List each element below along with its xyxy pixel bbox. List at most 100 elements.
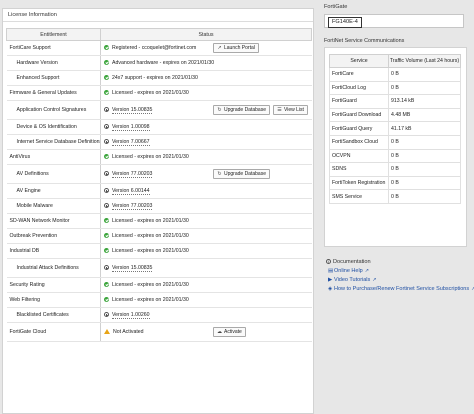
- documentation-link[interactable]: ▶ Video Tutorials ↗: [328, 277, 470, 283]
- status-text: Licensed - expires on 2021/01/30: [112, 297, 189, 303]
- launch-portal-button[interactable]: ↗ Launch Portal: [213, 43, 259, 53]
- status-text[interactable]: Version 1.00098: [112, 124, 150, 131]
- activate-button[interactable]: ☁ Activate: [213, 327, 246, 337]
- status-cell: Not Activated ☁ Activate: [100, 322, 312, 342]
- service-name-cell: FortiToken Registration: [329, 175, 389, 191]
- status-text[interactable]: Version 7.00667: [112, 139, 150, 146]
- status-text: Registered - ccoquelet@fortinet.com: [112, 45, 197, 51]
- table-row: Firmware & General Updates Licensed - exp…: [6, 85, 312, 101]
- check-circle-icon: [104, 75, 109, 81]
- status-text: Licensed - expires on 2021/01/30: [112, 282, 189, 288]
- entitlement-cell: Industrial Attack Definitions: [6, 258, 101, 278]
- traffic-volume-cell: 0 B: [388, 80, 461, 96]
- device-section-label: FortiGate: [324, 4, 348, 10]
- upgrade-database-button[interactable]: ↻ Upgrade Database: [213, 105, 270, 115]
- entitlement-cell: Firmware & General Updates: [6, 85, 101, 101]
- right-sidebar: FortiGate FG140E-4 FortiNet Service Comm…: [320, 0, 474, 414]
- status-text[interactable]: Version 15.00835: [112, 107, 153, 114]
- table-row: Application Control Signatures Version 15…: [6, 100, 312, 120]
- service-name-cell: FortiCloud Log: [329, 80, 389, 96]
- table-row: FortiCare Support Registered - ccoquelet@…: [6, 40, 312, 56]
- button-label: Launch Portal: [224, 45, 255, 51]
- check-circle-icon: [104, 60, 109, 66]
- entitlement-cell: Enhanced Support: [6, 70, 101, 86]
- status-text[interactable]: Version 77.00203: [112, 171, 153, 178]
- upgrade-icon: ↻: [217, 107, 222, 113]
- status-text: Not Activated: [113, 329, 144, 335]
- documentation-link-label: Online Help: [334, 268, 363, 274]
- entitlement-cell: Hardware Version: [6, 55, 101, 71]
- info-icon: i: [326, 259, 331, 265]
- service-name-cell: FortiGuard Download: [329, 107, 389, 123]
- service-name-cell: SMS Service: [329, 189, 389, 204]
- service-name-cell: FortiCare: [329, 67, 389, 82]
- license-information-panel: License Information Entitlement Status F…: [2, 8, 314, 414]
- entitlement-cell: Mobile Malware: [6, 198, 101, 214]
- check-circle-icon: [104, 90, 109, 96]
- status-cell: Version 1.00098: [100, 119, 312, 135]
- status-cell: Licensed - expires on 2021/01/30: [100, 228, 312, 244]
- status-cell: Version 6.00144: [100, 183, 312, 199]
- external-link-icon: ↗: [217, 45, 222, 51]
- documentation-link[interactable]: ◈ How to Purchase/Renew Fortinet Service …: [328, 286, 474, 292]
- entitlement-cell: SD-WAN Network Monitor: [6, 213, 101, 229]
- column-header-status[interactable]: Status: [100, 28, 312, 41]
- status-cell: Licensed - expires on 2021/01/30: [100, 213, 312, 229]
- column-header-entitlement[interactable]: Entitlement: [6, 28, 101, 41]
- entitlement-cell: AV Definitions: [6, 164, 101, 184]
- entitlement-cell: AntiVirus: [6, 149, 101, 165]
- table-row: Mobile Malware Version 77.00203: [6, 198, 312, 214]
- traffic-volume-cell: 913.14 kB: [388, 94, 461, 109]
- clock-icon: [104, 139, 109, 145]
- column-header-service[interactable]: Service: [329, 54, 389, 68]
- documentation-header: i Documentation: [326, 259, 470, 265]
- check-circle-icon: [104, 154, 109, 160]
- documentation-link-label: Video Tutorials: [334, 277, 371, 283]
- status-text: Licensed - expires on 2021/01/30: [112, 154, 189, 160]
- status-text: Licensed - expires on 2021/01/30: [112, 248, 189, 254]
- check-circle-icon: [104, 45, 109, 51]
- table-row: FortiGuard Query 41.17 kB: [329, 121, 461, 136]
- status-text: Licensed - expires on 2021/01/30: [112, 233, 189, 239]
- table-row: Security Rating Licensed - expires on 202…: [6, 277, 312, 293]
- entitlement-cell: AV Engine: [6, 183, 101, 199]
- status-text[interactable]: Version 6.00144: [112, 188, 150, 195]
- entitlement-cell: Outbreak Prevention: [6, 228, 101, 244]
- external-link-icon: ↗: [372, 277, 377, 283]
- clock-icon: [104, 171, 109, 177]
- external-link-icon: ↗: [364, 268, 369, 274]
- status-cell: Licensed - expires on 2021/01/30: [100, 85, 312, 101]
- check-circle-icon: [104, 233, 109, 239]
- status-cell: Version 1.00260: [100, 307, 312, 323]
- table-row: FortiSandbox Cloud 0 B: [329, 134, 461, 150]
- table-row: FortiGuard Download 4.48 MB: [329, 107, 461, 123]
- table-row: OCVPN 0 B: [329, 148, 461, 164]
- status-cell: Licensed - expires on 2021/01/30: [100, 243, 312, 259]
- entitlement-cell: FortiGate Cloud: [6, 322, 101, 342]
- upgrade-database-button[interactable]: ↻ Upgrade Database: [213, 169, 270, 179]
- status-text: Advanced hardware - expires on 2021/01/3…: [112, 60, 215, 66]
- check-circle-icon: [104, 218, 109, 224]
- status-text[interactable]: Version 1.00260: [112, 312, 150, 319]
- traffic-volume-cell: 4.48 MB: [388, 107, 461, 123]
- table-row: FortiCare 0 B: [329, 67, 461, 82]
- entitlement-cell: Application Control Signatures: [6, 100, 101, 120]
- status-cell: Version 77.00203: [100, 198, 312, 214]
- clock-icon: [104, 265, 109, 271]
- table-row: Industrial DB Licensed - expires on 2021/…: [6, 243, 312, 259]
- check-circle-icon: [104, 248, 109, 254]
- view-list-button[interactable]: ☰ View List: [273, 105, 308, 115]
- status-text[interactable]: Version 15.00835: [112, 265, 153, 272]
- table-row: SMS Service 0 B: [329, 189, 461, 204]
- status-text[interactable]: Version 77.00203: [112, 203, 153, 210]
- device-box: FG140E-4: [324, 14, 464, 28]
- table-row: Enhanced Support 24x7 support - expires o…: [6, 70, 312, 86]
- entitlement-cell: Internet Service Database Definitions: [6, 134, 101, 150]
- table-row: SDNS 0 B: [329, 162, 461, 177]
- entitlement-cell: Device & OS Identification: [6, 119, 101, 135]
- table-row: Internet Service Database Definitions Ver…: [6, 134, 312, 150]
- column-header-traffic-volume[interactable]: Traffic Volume (Last 24 hours): [388, 54, 461, 68]
- documentation-link[interactable]: ▤Online Help ↗: [328, 268, 470, 274]
- check-circle-icon: [104, 297, 109, 303]
- documentation-title: Documentation: [333, 259, 371, 265]
